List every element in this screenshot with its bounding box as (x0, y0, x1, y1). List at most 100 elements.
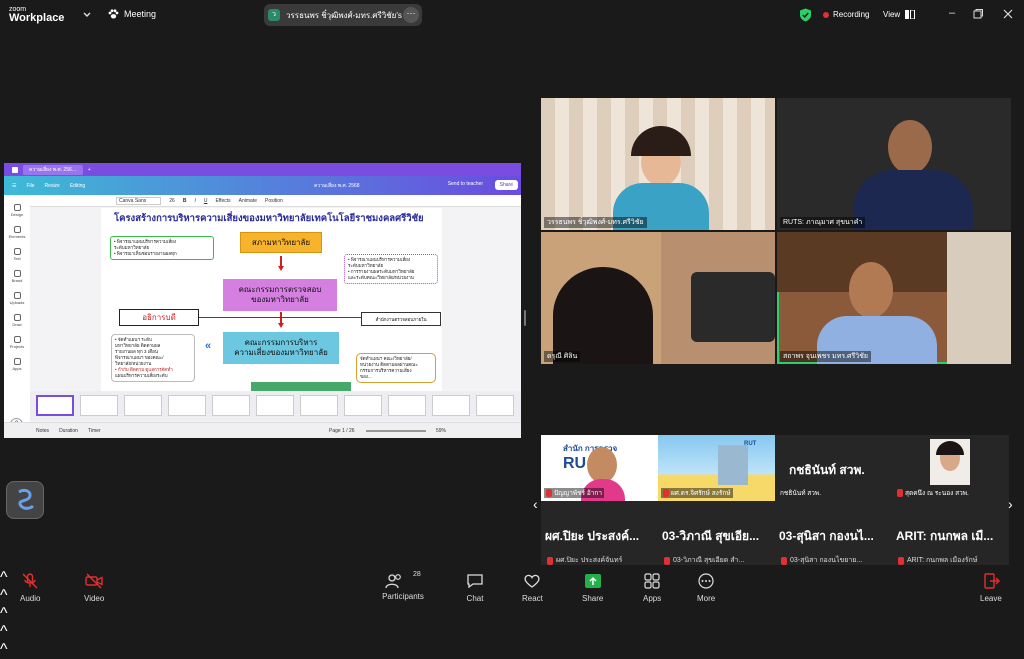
slide-thumbnail[interactable] (476, 395, 514, 416)
box-risk-committee[interactable]: คณะกรรมการบริหาร ความเสี่ยงของมหาวิทยาลัย (223, 332, 339, 364)
floating-avatar[interactable] (6, 481, 44, 519)
slide-thumbnail[interactable] (124, 395, 162, 416)
apps-button[interactable]: Apps (643, 573, 661, 603)
video-tile-active-speaker[interactable]: สถาพร จุนเพชร มทร.ศรีวิชัย (777, 232, 1011, 364)
hamburger-icon[interactable]: ☰ (12, 183, 16, 189)
font-family-select[interactable]: Canva Sans (116, 196, 162, 205)
more-options-icon[interactable]: ··· (403, 7, 419, 23)
participant-display-name: 03-สุนิสา กองนไ... (779, 529, 874, 543)
send-to-teacher-button[interactable]: Send to teacher (448, 181, 483, 187)
minimize-icon[interactable]: – (946, 8, 958, 20)
new-tab-icon[interactable]: + (88, 167, 91, 173)
video-button[interactable]: Video (84, 573, 104, 603)
browser-tab-title[interactable]: ความเสี่ยง พ.ศ. 256… (23, 164, 83, 175)
mic-off-icon (781, 556, 787, 565)
notes-button[interactable]: Notes (36, 428, 49, 434)
position-button[interactable]: Position (265, 198, 283, 204)
slide-thumbnail-strip (30, 391, 521, 421)
menu-editing[interactable]: Editing (70, 183, 85, 189)
chat-button[interactable]: Chat (466, 573, 484, 603)
menu-file[interactable]: File (26, 183, 34, 189)
slide-thumbnail[interactable] (80, 395, 118, 416)
box-internal-audit[interactable]: สำนักงานตรวจสอบภายใน (361, 312, 441, 326)
share-source-tab[interactable]: ว วรรธนพร ชิ๋วุฒิพงศ์-มทร.ศรีวิชัย's sc … (264, 4, 422, 26)
participant-display-name: 03-วิภาณี สุขเอีย... (662, 529, 760, 543)
slide-thumbnail[interactable] (388, 395, 426, 416)
audio-caret-icon[interactable]: ^ (0, 569, 1024, 587)
gallery-next-icon[interactable]: › (1008, 496, 1013, 512)
note-bottom-right[interactable]: จัดทำแผนฯ คณะ/วิทยาลัย/หน่วยงาน ติดตามผล… (356, 353, 436, 383)
participants-button[interactable]: 28 Participants (381, 571, 425, 601)
note-top-right[interactable]: • พิจารณาแผนบริหารความเสี่ยง ระดับมหาวิทย… (344, 254, 438, 284)
gallery-tile[interactable]: สุดคนึง ณ ระนอง สวพ. ARIT: กนกพล เมื... … (892, 435, 1009, 565)
italic-icon[interactable]: I (194, 198, 195, 204)
slide-thumbnail[interactable] (256, 395, 294, 416)
slide-canvas[interactable]: โครงสร้างการบริหารความเสี่ยงของมหาวิทยาล… (101, 208, 442, 391)
shield-check-icon[interactable] (799, 8, 812, 22)
duration-button[interactable]: Duration (59, 428, 78, 434)
zoom-level[interactable]: 59% (436, 428, 446, 434)
effects-button[interactable]: Effects (215, 198, 230, 204)
slide-thumbnail[interactable] (168, 395, 206, 416)
menu-resize[interactable]: Resize (45, 183, 60, 189)
tab-icon (12, 166, 18, 173)
bold-icon[interactable]: B (183, 198, 187, 204)
video-tile[interactable]: วรรธนพร ชิ๋วุฒิพงศ์-มทร.ศรีวิชัย (541, 98, 775, 230)
side-projects[interactable]: Projects (4, 336, 30, 349)
note-bottom-left[interactable]: • จัดทำแผนฯ ระดับ มหาวิทยาลัย ติดตามผล ราย… (111, 334, 195, 382)
video-tile[interactable]: RUTS: ภาณุมาศ สุขนาคำ (777, 98, 1011, 230)
share-button[interactable]: Share (582, 573, 603, 603)
gallery-prev-icon[interactable]: ‹ (533, 496, 538, 512)
recording-indicator[interactable]: Recording (823, 10, 869, 19)
restore-icon[interactable] (972, 8, 984, 20)
underline-icon[interactable]: U (204, 198, 208, 204)
audio-button[interactable]: Audio (20, 573, 40, 603)
leave-button[interactable]: Leave (980, 573, 1002, 603)
slide-thumbnail[interactable] (300, 395, 338, 416)
slide-thumbnail[interactable] (432, 395, 470, 416)
view-button[interactable]: View (883, 10, 916, 19)
canva-share-button[interactable]: Share (494, 180, 518, 190)
side-text[interactable]: Text (4, 248, 30, 261)
slide-thumbnail[interactable] (212, 395, 250, 416)
video-tile[interactable]: ดรุณี ศิลิน (541, 232, 775, 364)
side-draw[interactable]: Draw (4, 314, 30, 327)
box-audit-committee[interactable]: คณะกรรมการตรวจสอบ ของมหาวิทยาลัย (223, 279, 337, 311)
participant-name: ปัญญาพัชร์ อ้ากา (544, 488, 604, 498)
participants-caret-icon[interactable]: ^ (0, 605, 1024, 623)
zoom-slider[interactable] (366, 430, 426, 432)
animate-button[interactable]: Animate (239, 198, 257, 204)
slide-title[interactable]: โครงสร้างการบริหารความเสี่ยงของมหาวิทยาล… (114, 211, 424, 226)
side-elements[interactable]: Elements (4, 226, 30, 239)
participant-display-name: กชธินันท์ สวพ. (789, 463, 865, 477)
gallery-tile[interactable]: กชธินันท์ สวพ. กชธินันท์ สวพ. 03-สุนิสา … (775, 435, 892, 565)
more-button[interactable]: More (697, 573, 715, 603)
side-brand[interactable]: Brand (4, 270, 30, 283)
timer-button[interactable]: Timer (88, 428, 101, 434)
font-size-field[interactable]: 26 (169, 198, 175, 204)
note-top-left[interactable]: • พิจารณาแผนบริหารความเสี่ยง ระดับมหาวิทย… (110, 236, 214, 260)
slide-thumbnail[interactable] (36, 395, 74, 416)
react-button[interactable]: React (522, 573, 543, 603)
close-icon[interactable] (1002, 8, 1014, 20)
page-indicator: Page 1 / 26 (329, 427, 355, 434)
panel-resize-handle[interactable] (524, 310, 526, 326)
gallery-tile[interactable]: RUT ผศ.ดร.จิศรักษ์ สงรักษ์ 03-วิภาณี สุข… (658, 435, 775, 565)
doc-title[interactable]: ความเสี่ยง พ.ศ. 2568 (314, 182, 360, 190)
participant-name: ดรุณี ศิลิน (544, 351, 581, 362)
side-uploads[interactable]: Uploads (4, 292, 30, 305)
chevron-down-icon[interactable] (82, 10, 92, 20)
gallery-tile[interactable]: สำนัก การตรวจ RU ปัญญาพัชร์ อ้ากา ผศ.ปิย… (541, 435, 658, 565)
chat-caret-icon[interactable]: ^ (0, 623, 1024, 641)
more-dots-icon (698, 573, 714, 589)
mic-off-icon (546, 489, 552, 497)
recording-dot-icon (823, 11, 829, 18)
react-caret-icon[interactable]: ^ (0, 641, 1024, 659)
meeting-menu[interactable]: Meeting (108, 9, 156, 19)
side-apps[interactable]: Apps (4, 358, 30, 371)
slide-thumbnail[interactable] (344, 395, 382, 416)
video-caret-icon[interactable]: ^ (0, 587, 1024, 605)
box-university-council[interactable]: สภามหาวิทยาลัย (240, 232, 322, 253)
side-design[interactable]: Design (4, 204, 30, 217)
box-president[interactable]: อธิการบดี (119, 309, 199, 326)
